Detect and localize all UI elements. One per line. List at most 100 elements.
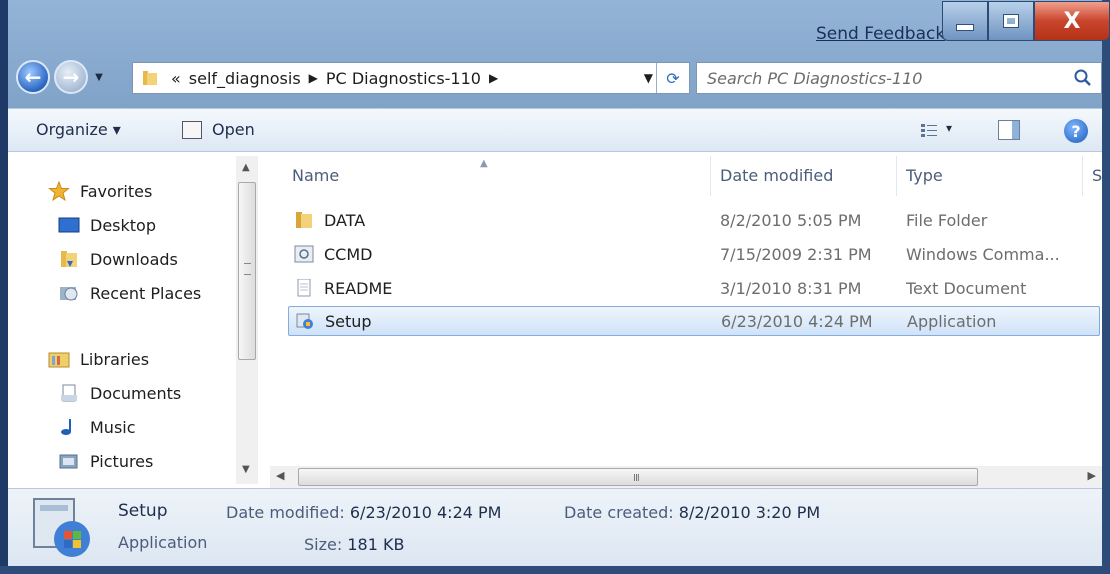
details-pane: Setup Application Date modified: 6/23/20… bbox=[8, 488, 1102, 566]
window-frame-right bbox=[1102, 0, 1110, 574]
sidebar-item-music[interactable]: Music bbox=[58, 414, 136, 440]
column-header-label: Date modified bbox=[720, 165, 834, 185]
favorites-star-icon bbox=[48, 181, 70, 201]
file-list: ▲ Name Date modified Type S DATA 8/2/201… bbox=[270, 152, 1102, 488]
file-row-ccmd[interactable]: CCMD 7/15/2009 2:31 PM Windows Comma... bbox=[288, 240, 1100, 270]
breadcrumb-pc-diagnostics[interactable]: PC Diagnostics-110 bbox=[326, 69, 481, 88]
navigation-pane: Favorites Desktop Downloads Recent Place… bbox=[8, 152, 266, 488]
details-file-type: Application bbox=[118, 533, 208, 552]
column-header-label: Type bbox=[906, 165, 943, 185]
column-header-name[interactable]: Name bbox=[292, 152, 712, 198]
minimize-icon bbox=[956, 23, 974, 31]
column-divider[interactable] bbox=[710, 156, 711, 196]
breadcrumb-separator-icon[interactable]: ▶ bbox=[309, 71, 318, 85]
column-header-size[interactable]: S bbox=[1092, 152, 1102, 198]
sidebar-item-recent-places[interactable]: Recent Places bbox=[58, 280, 201, 306]
file-type: Windows Comma... bbox=[906, 245, 1060, 264]
file-type: Text Document bbox=[906, 279, 1027, 298]
send-feedback-link[interactable]: Send Feedback bbox=[816, 24, 945, 44]
minimize-button[interactable] bbox=[942, 1, 988, 41]
column-header-date-modified[interactable]: Date modified bbox=[720, 152, 900, 198]
refresh-button[interactable]: ⟳ bbox=[656, 63, 689, 93]
help-button[interactable]: ? bbox=[1064, 119, 1088, 143]
command-bar: Organize ▾ Open ▾ ? bbox=[8, 108, 1102, 152]
maximize-button[interactable] bbox=[988, 1, 1034, 41]
chevron-down-icon: ▼ bbox=[95, 71, 103, 83]
navigation-pane-scrollbar[interactable]: ▲ ▼ bbox=[236, 156, 258, 484]
file-row-setup[interactable]: Setup 6/23/2010 4:24 PM Application bbox=[288, 306, 1100, 336]
details-date-created: Date created: 8/2/2010 3:20 PM bbox=[564, 503, 820, 522]
caption-buttons: X bbox=[942, 1, 1110, 41]
file-list-horizontal-scrollbar[interactable]: ◀ III ▶ bbox=[270, 466, 1102, 488]
preview-pane-button[interactable] bbox=[998, 120, 1020, 140]
views-dropdown-icon: ▾ bbox=[946, 121, 953, 135]
sidebar-header-favorites[interactable]: Favorites bbox=[48, 178, 152, 204]
scroll-up-icon[interactable]: ▲ bbox=[242, 162, 250, 173]
setup-application-icon bbox=[296, 313, 313, 329]
close-button[interactable]: X bbox=[1034, 1, 1110, 41]
sidebar-item-documents[interactable]: Documents bbox=[58, 380, 181, 406]
forward-button[interactable]: → bbox=[54, 60, 88, 94]
forward-arrow-icon: → bbox=[62, 65, 80, 89]
title-bar[interactable]: Send Feedback X bbox=[0, 0, 1110, 48]
column-header-type[interactable]: Type bbox=[906, 152, 1086, 198]
sidebar-item-label: Recent Places bbox=[90, 283, 202, 303]
recent-places-icon bbox=[60, 287, 78, 301]
sidebar-header-label: Favorites bbox=[80, 181, 153, 201]
address-bar[interactable]: « self_diagnosis ▶ PC Diagnostics-110 ▶ … bbox=[132, 62, 690, 94]
file-type: Application bbox=[907, 312, 997, 331]
folder-icon bbox=[143, 71, 157, 85]
details-size-value: 181 KB bbox=[347, 535, 405, 554]
open-button[interactable]: Open bbox=[182, 120, 255, 139]
column-divider[interactable] bbox=[896, 156, 897, 196]
help-icon: ? bbox=[1071, 121, 1081, 141]
column-header-label: S bbox=[1092, 165, 1102, 185]
details-date-created-value: 8/2/2010 3:20 PM bbox=[678, 503, 821, 522]
address-overflow-button[interactable]: « bbox=[171, 69, 181, 88]
sidebar-header-label: Libraries bbox=[80, 349, 150, 369]
scrollbar-thumb[interactable]: III bbox=[298, 468, 978, 486]
breadcrumb-self-diagnosis[interactable]: self_diagnosis bbox=[189, 69, 301, 88]
details-date-modified: Date modified: 6/23/2010 4:24 PM bbox=[226, 503, 501, 522]
search-icon[interactable] bbox=[1073, 68, 1093, 88]
file-name: CCMD bbox=[324, 245, 373, 264]
scroll-left-icon[interactable]: ◀ bbox=[276, 469, 284, 482]
back-arrow-icon: ← bbox=[24, 65, 42, 89]
back-button[interactable]: ← bbox=[16, 60, 50, 94]
search-placeholder: Search PC Diagnostics-110 bbox=[707, 69, 923, 88]
sidebar-header-libraries[interactable]: Libraries bbox=[48, 346, 149, 372]
change-view-button[interactable]: ▾ bbox=[920, 121, 960, 140]
navigation-bar: ← → ▼ « self_diagnosis ▶ PC Diagnostics-… bbox=[8, 58, 1102, 98]
file-date-modified: 8/2/2010 5:05 PM bbox=[720, 211, 862, 230]
libraries-icon bbox=[48, 352, 70, 368]
details-date-modified-label: Date modified: bbox=[226, 503, 345, 522]
close-icon: X bbox=[1063, 8, 1081, 34]
file-name: README bbox=[324, 279, 393, 298]
text-document-icon bbox=[297, 279, 311, 297]
sidebar-item-desktop[interactable]: Desktop bbox=[58, 212, 156, 238]
scrollbar-thumb[interactable] bbox=[238, 182, 256, 360]
details-date-created-label: Date created: bbox=[564, 503, 674, 522]
file-row-readme[interactable]: README 3/1/2010 8:31 PM Text Document bbox=[288, 274, 1100, 304]
sidebar-item-downloads[interactable]: Downloads bbox=[58, 246, 178, 272]
file-row-data[interactable]: DATA 8/2/2010 5:05 PM File Folder bbox=[288, 206, 1100, 236]
maximize-icon bbox=[1003, 14, 1019, 28]
column-header-label: Name bbox=[292, 165, 340, 185]
breadcrumb-separator-icon[interactable]: ▶ bbox=[489, 71, 498, 85]
scroll-down-icon[interactable]: ▼ bbox=[242, 464, 250, 475]
sidebar-item-label: Downloads bbox=[90, 249, 178, 269]
details-size-label: Size: bbox=[304, 535, 343, 554]
file-name: Setup bbox=[325, 312, 372, 331]
recent-pages-dropdown[interactable]: ▼ bbox=[92, 66, 106, 88]
search-box[interactable]: Search PC Diagnostics-110 bbox=[696, 62, 1102, 94]
views-icon bbox=[921, 124, 937, 137]
scrollbar-grip: III bbox=[633, 473, 640, 484]
file-date-modified: 6/23/2010 4:24 PM bbox=[721, 312, 873, 331]
scroll-right-icon[interactable]: ▶ bbox=[1088, 469, 1096, 482]
column-divider[interactable] bbox=[1082, 156, 1083, 196]
command-file-icon bbox=[294, 245, 314, 263]
organize-menu-button[interactable]: Organize ▾ bbox=[36, 120, 121, 139]
sidebar-item-pictures[interactable]: Pictures bbox=[58, 448, 153, 474]
file-date-modified: 7/15/2009 2:31 PM bbox=[720, 245, 872, 264]
address-history-dropdown[interactable]: ▼ bbox=[644, 71, 653, 85]
